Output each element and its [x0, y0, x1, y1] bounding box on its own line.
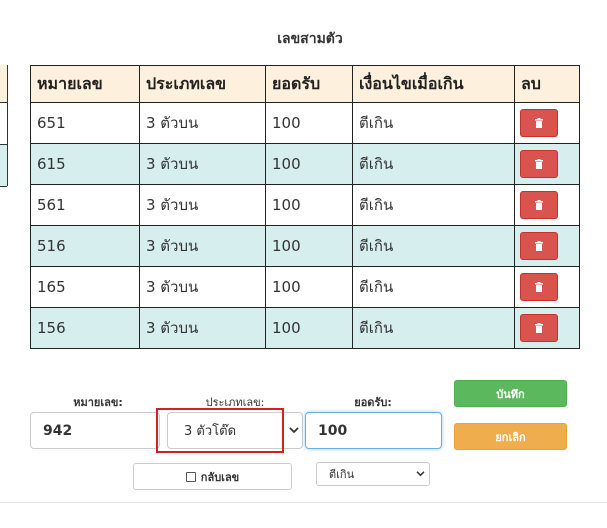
trash-icon	[535, 118, 543, 128]
header-condition: เงื่อนไขเมื่อเกิน	[352, 65, 515, 103]
cell-delete	[514, 102, 580, 144]
cell-condition: ตีเกิน	[352, 143, 515, 185]
table-row: 561 3 ตัวบน 100 ตีเกิน	[30, 184, 580, 226]
cell-amount: 100	[265, 102, 353, 144]
chevron-down-icon	[416, 471, 425, 477]
number-input[interactable]: 942	[30, 412, 160, 449]
cell-number: 516	[30, 225, 140, 267]
reverse-checkbox[interactable]	[185, 471, 196, 482]
number-label: หมายเลข:	[73, 396, 123, 409]
header-delete: ลบ	[514, 65, 580, 103]
cell-condition: ตีเกิน	[352, 102, 515, 144]
cell-number: 651	[30, 102, 140, 144]
table-row: 516 3 ตัวบน 100 ตีเกิน	[30, 225, 580, 267]
cell-type: 3 ตัวบน	[139, 184, 266, 226]
condition-select[interactable]: ตีเกิน	[316, 462, 430, 486]
cell-amount: 100	[265, 307, 353, 349]
cell-delete	[514, 307, 580, 349]
cell-amount: 100	[265, 184, 353, 226]
section-title: เลขสามตัว	[277, 31, 343, 47]
trash-icon	[535, 159, 543, 169]
cell-condition: ตีเกิน	[352, 225, 515, 267]
header-number: หมายเลข	[30, 65, 140, 103]
cell-type: 3 ตัวบน	[139, 307, 266, 349]
table-row: 156 3 ตัวบน 100 ตีเกิน	[30, 307, 580, 349]
table-header-row: หมายเลข ประเภทเลข ยอดรับ เงื่อนไขเมื่อเก…	[30, 65, 580, 103]
amount-label: ยอดรับ:	[354, 396, 392, 409]
delete-button[interactable]	[520, 232, 558, 260]
cell-condition: ตีเกิน	[352, 307, 515, 349]
cell-delete	[514, 266, 580, 308]
cell-number: 615	[30, 143, 140, 185]
cell-delete	[514, 184, 580, 226]
cell-type: 3 ตัวบน	[139, 266, 266, 308]
delete-button[interactable]	[520, 314, 558, 342]
trash-icon	[535, 200, 543, 210]
cell-condition: ตีเกิน	[352, 266, 515, 308]
condition-select-value: ตีเกิน	[329, 468, 355, 481]
cell-type: 3 ตัวบน	[139, 102, 266, 144]
save-button[interactable]: บันทึก	[454, 380, 567, 407]
table-row: 165 3 ตัวบน 100 ตีเกิน	[30, 266, 580, 308]
cell-condition: ตีเกิน	[352, 184, 515, 226]
table-row: 651 3 ตัวบน 100 ตีเกิน	[30, 102, 580, 144]
cell-delete	[514, 225, 580, 267]
cancel-button[interactable]: ยกเลิก	[454, 423, 567, 450]
clipped-left-table	[0, 65, 8, 187]
delete-button[interactable]	[520, 109, 558, 137]
cell-amount: 100	[265, 143, 353, 185]
numbers-table: หมายเลข ประเภทเลข ยอดรับ เงื่อนไขเมื่อเก…	[30, 65, 580, 349]
trash-icon	[535, 282, 543, 292]
header-amount: ยอดรับ	[265, 65, 353, 103]
cell-number: 165	[30, 266, 140, 308]
table-row: 615 3 ตัวบน 100 ตีเกิน	[30, 143, 580, 185]
delete-button[interactable]	[520, 191, 558, 219]
divider	[0, 502, 607, 503]
cell-number: 156	[30, 307, 140, 349]
trash-icon	[535, 323, 543, 333]
cell-amount: 100	[265, 266, 353, 308]
cell-amount: 100	[265, 225, 353, 267]
cell-delete	[514, 143, 580, 185]
cell-type: 3 ตัวบน	[139, 143, 266, 185]
reverse-number-toggle[interactable]: กลับเลข	[133, 463, 292, 490]
trash-icon	[535, 241, 543, 251]
chevron-down-icon	[289, 427, 299, 434]
reverse-label: กลับเลข	[200, 470, 240, 484]
delete-button[interactable]	[520, 273, 558, 301]
amount-input[interactable]: 100	[305, 412, 442, 449]
cell-number: 561	[30, 184, 140, 226]
delete-button[interactable]	[520, 150, 558, 178]
cell-type: 3 ตัวบน	[139, 225, 266, 267]
header-type: ประเภทเลข	[139, 65, 266, 103]
type-select-highlight	[156, 408, 284, 453]
